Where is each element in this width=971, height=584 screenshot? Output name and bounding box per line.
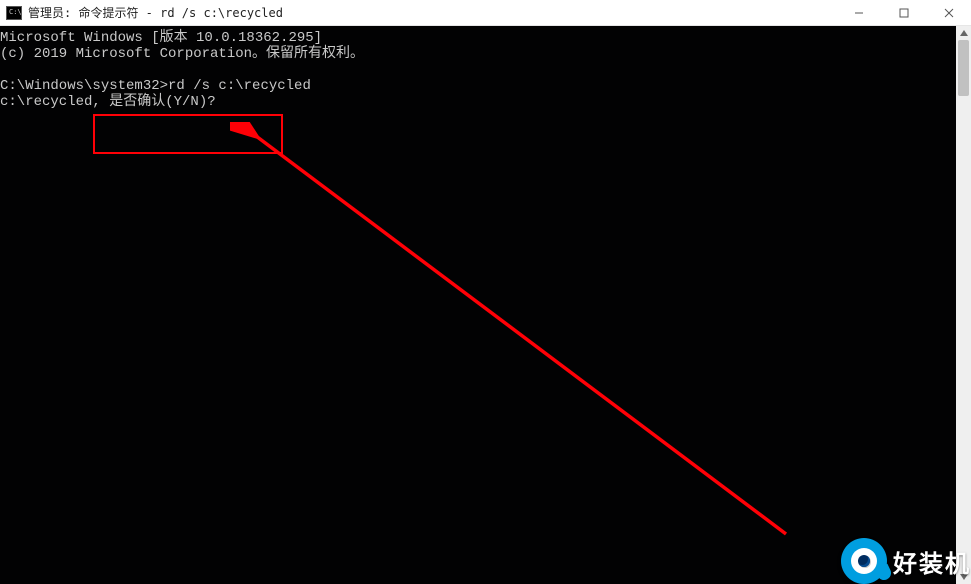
titlebar[interactable]: 管理员: 命令提示符 - rd /s c:\recycled bbox=[0, 0, 971, 26]
watermark-text: 好装机 bbox=[893, 544, 971, 579]
scroll-up-arrow-icon[interactable] bbox=[956, 26, 971, 40]
vertical-scrollbar[interactable] bbox=[956, 26, 971, 584]
window-title: 管理员: 命令提示符 - rd /s c:\recycled bbox=[28, 4, 283, 21]
watermark: 好装机 bbox=[841, 538, 971, 584]
console-output: Microsoft Windows [版本 10.0.18362.295] (c… bbox=[0, 26, 956, 584]
console-area[interactable]: Microsoft Windows [版本 10.0.18362.295] (c… bbox=[0, 26, 971, 584]
maximize-button[interactable] bbox=[881, 0, 926, 26]
cmd-window: 管理员: 命令提示符 - rd /s c:\recycled Microsoft… bbox=[0, 0, 971, 584]
minimize-button[interactable] bbox=[836, 0, 881, 26]
cmd-icon bbox=[6, 6, 22, 20]
scrollbar-thumb[interactable] bbox=[958, 40, 969, 96]
close-button[interactable] bbox=[926, 0, 971, 26]
watermark-logo-icon bbox=[841, 538, 887, 584]
